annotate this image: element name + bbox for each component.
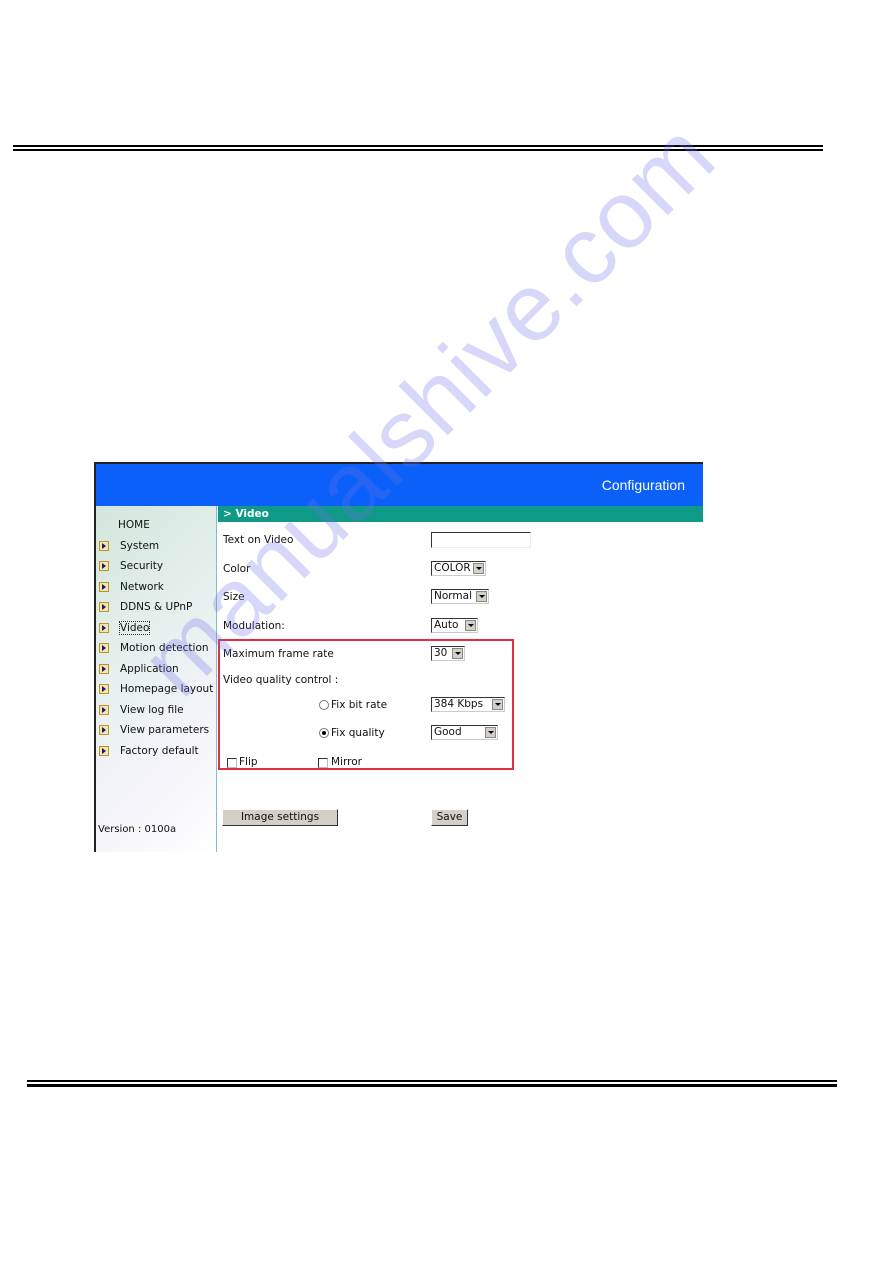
window-border-top [94, 462, 703, 464]
bit-rate-value: 384 Kbps [434, 698, 484, 710]
sidebar-nav: HOME System Security Network DDNS & UPnP… [96, 506, 217, 852]
arrow-bullet-icon [99, 623, 109, 633]
sidebar-item-label: Security [120, 560, 164, 572]
max-frame-rate-select[interactable]: 30 [431, 646, 465, 661]
image-settings-button[interactable]: Image settings [222, 809, 338, 826]
arrow-bullet-icon [99, 561, 109, 571]
sidebar-item-label: DDNS & UPnP [120, 601, 193, 613]
quality-value: Good [434, 726, 462, 738]
arrow-bullet-icon [99, 664, 109, 674]
section-title: > Video [218, 506, 703, 522]
sidebar-item-label: View log file [120, 704, 184, 716]
top-double-rule [13, 145, 823, 151]
fix-bit-rate-radio[interactable] [319, 700, 329, 710]
flip-checkbox[interactable] [227, 758, 237, 768]
sidebar-item-security[interactable]: Security [96, 557, 163, 575]
text-on-video-input[interactable] [431, 532, 531, 548]
sidebar-item-label: Motion detection [120, 642, 209, 654]
sidebar-item-label: Video [118, 621, 151, 635]
sidebar-item-label: HOME [118, 519, 150, 531]
dropdown-arrow-icon [492, 699, 503, 710]
arrow-bullet-icon [99, 684, 109, 694]
arrow-bullet-icon [99, 541, 109, 551]
sidebar-item-network[interactable]: Network [96, 578, 164, 596]
fix-bit-rate-label: Fix bit rate [331, 699, 388, 711]
camera-config-screenshot: Configuration HOME System Security Netwo… [94, 462, 703, 852]
sidebar-item-label: Network [120, 581, 164, 593]
arrow-bullet-icon [99, 705, 109, 715]
arrow-bullet-icon [99, 746, 109, 756]
sidebar-item-view-parameters[interactable]: View parameters [96, 721, 209, 739]
bottom-double-rule [27, 1080, 837, 1087]
modulation-select-value: Auto [434, 619, 459, 631]
sidebar-item-label: Factory default [120, 745, 199, 757]
color-select[interactable]: COLOR [431, 561, 486, 576]
dropdown-arrow-icon [473, 563, 484, 574]
banner-title: Configuration [601, 477, 685, 493]
sidebar-item-factory-default[interactable]: Factory default [96, 742, 199, 760]
sidebar-item-application[interactable]: Application [96, 660, 179, 678]
modulation-select[interactable]: Auto [431, 618, 478, 633]
arrow-bullet-icon [99, 602, 109, 612]
save-button[interactable]: Save [431, 809, 468, 826]
video-settings-form: Text on Video Color COLOR Size Normal Mo… [218, 522, 703, 852]
sidebar-item-video[interactable]: Video [96, 619, 151, 637]
arrow-bullet-icon [99, 582, 109, 592]
sidebar-item-view-log-file[interactable]: View log file [96, 701, 184, 719]
sidebar-item-label: Application [120, 663, 179, 675]
arrow-bullet-icon [99, 643, 109, 653]
sidebar-item-system[interactable]: System [96, 537, 159, 555]
mirror-checkbox[interactable] [318, 758, 328, 768]
sidebar-item-label: Homepage layout [120, 683, 214, 695]
header-banner: Configuration [96, 464, 703, 506]
sidebar-item-homepage-layout[interactable]: Homepage layout [96, 680, 213, 698]
dropdown-arrow-icon [476, 591, 487, 602]
dropdown-arrow-icon [465, 620, 476, 631]
dropdown-arrow-icon [452, 648, 463, 659]
size-label: Size [223, 591, 245, 603]
size-select[interactable]: Normal [431, 589, 489, 604]
sidebar-item-home[interactable]: HOME [96, 516, 150, 534]
fix-quality-label: Fix quality [331, 727, 385, 739]
max-frame-rate-value: 30 [434, 647, 448, 659]
sidebar-item-ddns-upnp[interactable]: DDNS & UPnP [96, 598, 192, 616]
color-select-value: COLOR [434, 562, 471, 574]
max-frame-rate-label: Maximum frame rate [223, 648, 334, 660]
sidebar-item-label: View parameters [120, 724, 210, 736]
flip-label: Flip [239, 756, 258, 768]
fix-quality-radio[interactable] [319, 728, 329, 738]
sidebar-item-label: System [120, 540, 160, 552]
arrow-bullet-icon [99, 725, 109, 735]
quality-select[interactable]: Good [431, 725, 498, 740]
modulation-label: Modulation: [223, 620, 285, 632]
dropdown-arrow-icon [485, 727, 496, 738]
size-select-value: Normal [434, 590, 472, 602]
mirror-label: Mirror [331, 756, 362, 768]
version-label: Version : 0100a [98, 824, 177, 835]
text-on-video-label: Text on Video [223, 534, 294, 546]
sidebar-item-motion-detection[interactable]: Motion detection [96, 639, 209, 657]
bit-rate-select[interactable]: 384 Kbps [431, 697, 505, 712]
color-label: Color [223, 563, 251, 575]
video-quality-control-label: Video quality control : [223, 674, 339, 686]
